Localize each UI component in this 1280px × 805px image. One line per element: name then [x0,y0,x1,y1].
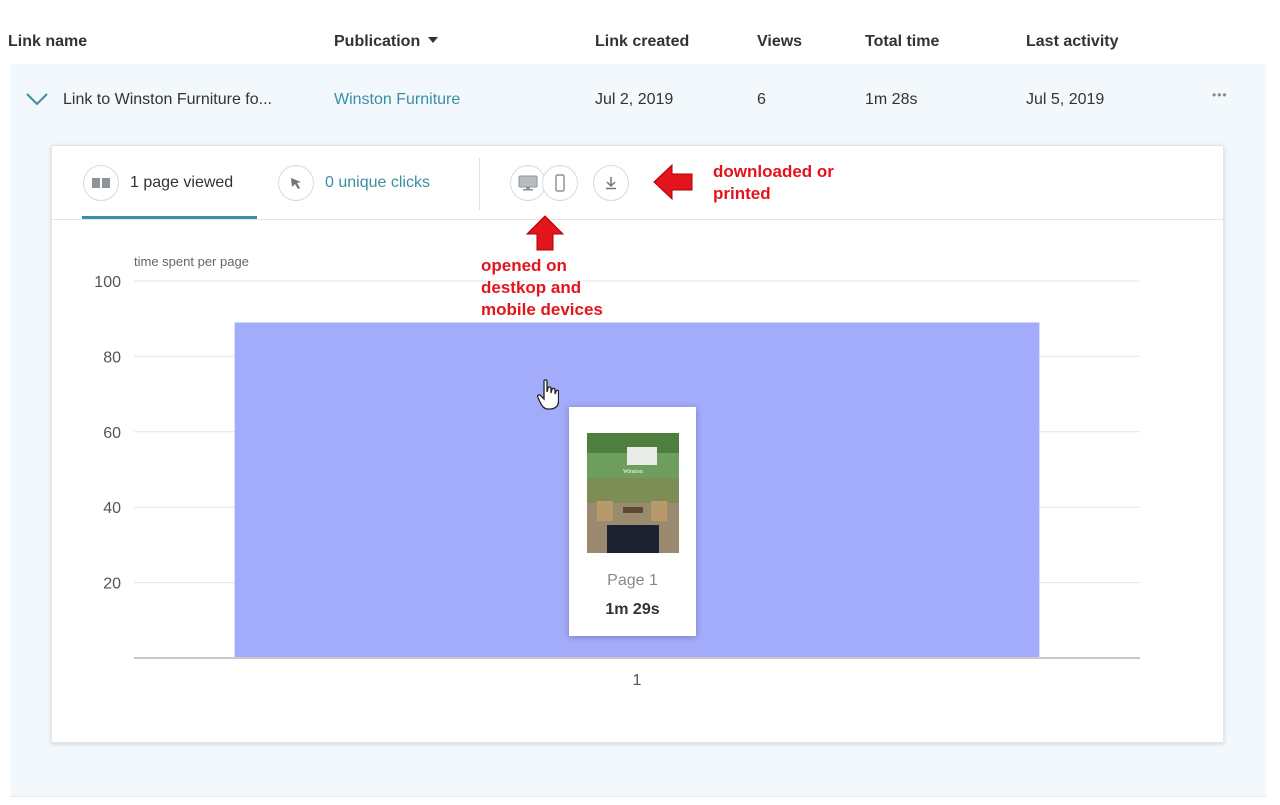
last-activity-cell: Jul 5, 2019 [1026,91,1105,108]
annotation-downloaded-line2: printed [713,184,771,203]
column-header-publication-label: Publication [334,33,421,50]
tooltip-page-label: Page 1 [607,572,658,589]
column-header-last-activity[interactable]: Last activity [1026,33,1118,51]
annotation-downloaded-line1: downloaded or [713,162,834,181]
cursor-click-icon [278,165,314,201]
annotation-downloaded: downloaded or printed [713,161,834,205]
page-tooltip: Winston Page 1 1m 29s [569,407,696,636]
desktop-icon [510,165,546,201]
column-header-publication[interactable]: Publication [334,33,439,51]
up-arrow-annotation-icon [525,215,565,251]
total-time-cell: 1m 28s [865,91,918,108]
views-cell: 6 [757,91,766,108]
tab-divider [479,158,480,210]
left-arrow-annotation-icon [653,163,693,201]
svg-text:Winston: Winston [623,469,643,475]
column-header-total-time[interactable]: Total time [865,33,939,51]
publication-link[interactable]: Winston Furniture [334,91,460,109]
page-thumbnail: Winston [587,433,679,553]
column-header-views[interactable]: Views [757,33,802,51]
annotation-opened: opened on destkop and mobile devices [481,255,603,321]
table-header: Link name Publication Link created Views… [0,0,1280,64]
tab-unique-clicks[interactable]: 0 unique clicks [325,174,430,192]
download-icon [593,165,629,201]
annotation-opened-line1: opened on [481,256,567,275]
tooltip-time-value: 1m 29s [605,601,660,618]
active-tab-indicator [82,216,257,219]
tab-pages-viewed[interactable]: 1 page viewed [130,174,233,192]
mobile-icon [542,165,578,201]
column-header-link-name[interactable]: Link name [8,33,87,51]
sort-desc-icon [428,37,439,43]
link-created-cell: Jul 2, 2019 [595,91,674,108]
more-options-icon[interactable]: ••• [1212,88,1228,102]
annotation-opened-line3: mobile devices [481,300,603,319]
annotation-opened-line2: destkop and [481,278,582,297]
chevron-down-icon[interactable] [26,92,48,106]
link-name-cell[interactable]: Link to Winston Furniture fo... [63,91,272,109]
hand-cursor-icon [537,379,559,410]
column-header-link-created[interactable]: Link created [595,33,689,51]
detail-tabs: 1 page viewed 0 unique clicks [52,146,1223,220]
pages-icon [83,165,119,201]
